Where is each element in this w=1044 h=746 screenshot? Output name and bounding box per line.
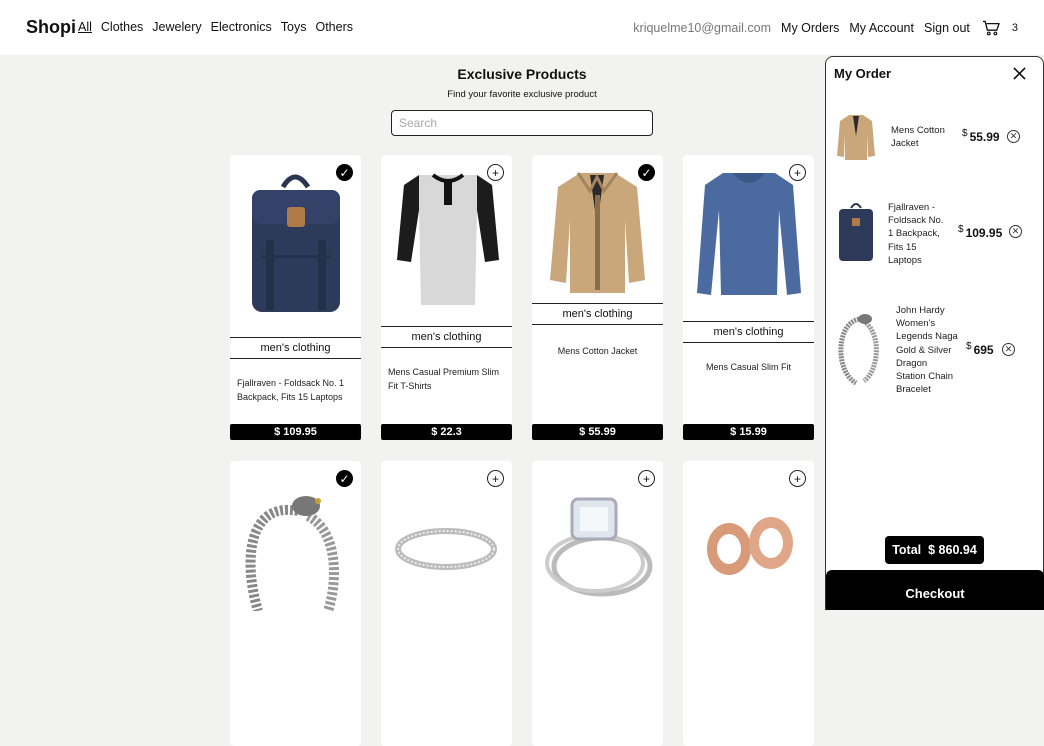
product-card[interactable]: men's clothing Fjallraven - Foldsack No.… <box>230 155 361 440</box>
cotton-jacket-image <box>550 172 645 293</box>
navbar: Shopi All Clothes Jewelery Electronics T… <box>0 0 1044 55</box>
product-price: $ 15.99 <box>683 424 814 440</box>
product-title: Fjallraven - Foldsack No. 1 Backpack, Fi… <box>237 378 345 402</box>
nav-link-others[interactable]: Others <box>315 20 353 34</box>
order-item: Fjallraven - Foldsack No. 1 Backpack, Fi… <box>834 200 1034 270</box>
slim-fit-shirt-image <box>697 173 801 295</box>
check-icon[interactable]: ✓ <box>336 470 353 487</box>
order-item-price: $695 <box>966 341 994 357</box>
product-category: men's clothing <box>381 326 512 348</box>
check-icon[interactable]: ✓ <box>638 164 655 181</box>
order-item-name: John Hardy Women's Legends Naga Gold & S… <box>896 305 958 396</box>
nav-link-sign-out[interactable]: Sign out <box>924 21 970 35</box>
product-category: men's clothing <box>230 337 361 359</box>
nav-link-my-account[interactable]: My Account <box>849 21 914 35</box>
product-category: men's clothing <box>532 303 663 325</box>
remove-item-icon[interactable]: ✕ <box>1002 343 1015 356</box>
diamond-ring-image <box>545 497 653 597</box>
total-label: Total <box>892 543 922 557</box>
product-card[interactable]: men's clothing Mens Casual Slim Fit $ 15… <box>683 155 814 440</box>
remove-item-icon[interactable]: ✕ <box>1007 130 1020 143</box>
nav-link-jewelery[interactable]: Jewelery <box>152 20 201 34</box>
order-item: Mens Cotton Jacket $55.99 ✕ <box>834 112 1034 162</box>
product-card[interactable]: ✓ <box>230 461 361 746</box>
add-icon[interactable]: + <box>487 164 504 181</box>
search-input[interactable] <box>391 110 653 136</box>
add-icon[interactable]: + <box>789 470 806 487</box>
nav-link-electronics[interactable]: Electronics <box>211 20 272 34</box>
shopping-cart-icon[interactable] <box>982 20 1000 36</box>
check-icon[interactable]: ✓ <box>336 164 353 181</box>
order-item-price: $109.95 <box>958 224 1003 240</box>
nav-link-my-orders[interactable]: My Orders <box>781 21 839 35</box>
backpack-image <box>252 174 340 312</box>
order-item-name: Fjallraven - Foldsack No. 1 Backpack, Fi… <box>888 202 944 266</box>
add-icon[interactable]: + <box>638 470 655 487</box>
cotton-jacket-thumb <box>837 115 875 160</box>
product-category: men's clothing <box>683 321 814 343</box>
category-nav: All Clothes Jewelery Electronics Toys Ot… <box>78 20 353 34</box>
order-panel: My Order Mens Cotton Jacket $55.99 ✕ Fja… <box>825 56 1044 610</box>
product-card[interactable]: men's clothing Mens Cotton Jacket $ 55.9… <box>532 155 663 440</box>
close-icon[interactable] <box>1013 67 1026 80</box>
product-title: Mens Casual Slim Fit <box>705 362 792 372</box>
product-card[interactable]: + <box>381 461 512 746</box>
order-item-price: $55.99 <box>962 128 1000 144</box>
user-email: kriquelme10@gmail.com <box>633 21 772 35</box>
page-title: Exclusive Products <box>457 66 587 82</box>
page-subtitle: Find your favorite exclusive product <box>447 89 597 100</box>
add-icon[interactable]: + <box>789 164 806 181</box>
product-card[interactable]: + <box>532 461 663 746</box>
product-price: $ 55.99 <box>532 424 663 440</box>
order-panel-title: My Order <box>834 66 892 81</box>
brand-logo[interactable]: Shopi <box>26 17 76 38</box>
product-card[interactable]: men's clothing Mens Casual Premium Slim … <box>381 155 512 440</box>
silver-ring-image <box>395 528 497 570</box>
order-item: John Hardy Women's Legends Naga Gold & S… <box>834 303 1034 398</box>
product-title: Mens Casual Premium Slim Fit T-Shirts <box>388 367 500 391</box>
rose-gold-plugs-image <box>707 517 793 575</box>
dragon-bracelet-image <box>245 496 339 611</box>
product-price: $ 22.3 <box>381 424 512 440</box>
order-item-name: Mens Cotton Jacket <box>891 125 945 150</box>
account-nav: kriquelme10@gmail.com My Orders My Accou… <box>633 20 1018 36</box>
remove-item-icon[interactable]: ✕ <box>1009 225 1022 238</box>
cart-count: 3 <box>1011 22 1018 34</box>
add-icon[interactable]: + <box>487 470 504 487</box>
product-card[interactable]: + <box>683 461 814 746</box>
nav-link-all[interactable]: All <box>78 20 92 34</box>
product-title: Mens Cotton Jacket <box>557 346 638 356</box>
nav-link-clothes[interactable]: Clothes <box>101 20 143 34</box>
nav-link-toys[interactable]: Toys <box>281 20 307 34</box>
product-price: $ 109.95 <box>230 424 361 440</box>
dragon-bracelet-thumb <box>838 314 879 386</box>
checkout-button[interactable]: Checkout <box>826 570 1044 610</box>
backpack-thumb <box>839 203 873 261</box>
total-value: $ 860.94 <box>928 543 977 557</box>
order-total: Total $ 860.94 <box>885 536 984 564</box>
henley-shirt-image <box>397 173 499 305</box>
